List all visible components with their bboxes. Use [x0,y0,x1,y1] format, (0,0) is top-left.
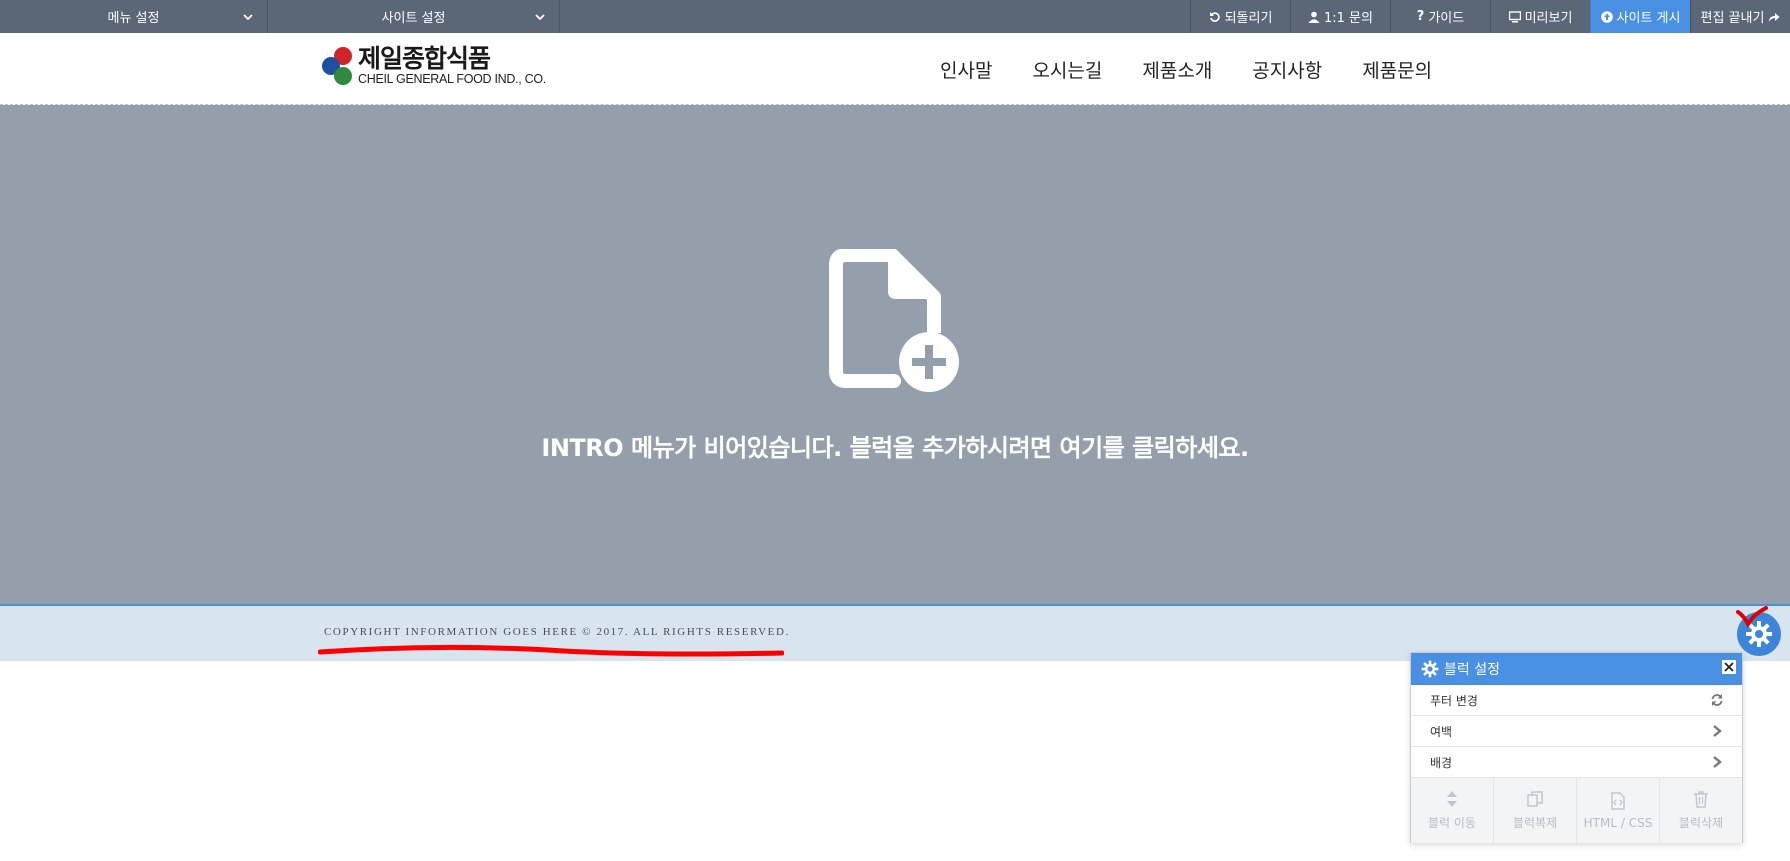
publish-site-button[interactable]: 사이트 게시 [1590,0,1690,33]
logo-text: 제일종합식품 CHEIL GENERAL FOOD IND., CO. [358,46,546,92]
guide-button[interactable]: ? 가이드 [1390,0,1490,33]
user-icon [1308,11,1320,23]
support-label: 1:1 문의 [1324,11,1373,26]
share-arrow-icon [1769,12,1780,22]
red-underline-annotation [318,644,784,657]
block-tools: 블럭 이동 블럭복제 HTML / CSS 블럭삭제 [1411,778,1742,843]
margin-label: 여백 [1430,724,1453,739]
background-row[interactable]: 배경 [1411,747,1742,778]
site-logo[interactable]: 제일종합식품 CHEIL GENERAL FOOD IND., CO. [322,46,548,92]
html-css-label: HTML / CSS [1583,815,1653,830]
duplicate-block-button[interactable]: 블럭복제 [1494,778,1577,843]
preview-label: 미리보기 [1524,11,1573,26]
copyright-text: COPYRIGHT INFORMATION GOES HERE © 2017. … [324,626,790,638]
add-file-icon [829,249,959,392]
main-nav: 인사말 오시는길 제품소개 공지사항 제품문의 [920,33,1452,105]
html-css-button[interactable]: HTML / CSS [1577,778,1660,843]
move-block-button[interactable]: 블럭 이동 [1411,778,1494,843]
panel-header: 블럭 설정 [1411,653,1742,685]
duplicate-block-label: 블럭복제 [1512,816,1558,830]
logo-korean-name: 제일종합식품 [358,44,491,73]
nav-item-greeting[interactable]: 인사말 [920,56,1012,83]
nav-item-products[interactable]: 제품소개 [1122,56,1232,83]
site-settings-label: 사이트 설정 [381,11,446,26]
question-icon: ? [1416,9,1425,24]
editor-toolbar: 메뉴 설정 사이트 설정 되돌리기 1:1 문의 ? 가이드 미리보기 사이트 … [0,0,1790,33]
publish-label: 사이트 게시 [1616,11,1681,26]
change-footer-label: 푸터 변경 [1430,693,1478,708]
nav-item-inquiry[interactable]: 제품문의 [1342,56,1452,83]
refresh-icon [1711,694,1723,706]
site-header: 제일종합식품 CHEIL GENERAL FOOD IND., CO. 인사말 … [0,33,1790,105]
finish-editing-button[interactable]: 편집 끝내기 [1690,0,1790,33]
copy-icon [1527,791,1543,807]
support-button[interactable]: 1:1 문의 [1290,0,1390,33]
intro-empty-message: INTRO 메뉴가 비어있습니다. 블럭을 추가하시려면 여기를 클릭하세요. [541,434,1249,462]
menu-settings-label: 메뉴 설정 [107,11,160,26]
change-footer-row[interactable]: 푸터 변경 [1411,685,1742,716]
finish-label: 편집 끝내기 [1700,11,1765,26]
monitor-icon [1508,10,1521,22]
nav-item-directions[interactable]: 오시는길 [1012,56,1122,83]
delete-block-label: 블럭삭제 [1678,816,1724,830]
chevron-down-icon [535,14,545,21]
logo-english-name: CHEIL GENERAL FOOD IND., CO. [358,72,546,86]
sort-arrows-icon [1447,791,1457,807]
menu-settings-dropdown[interactable]: 메뉴 설정 [0,0,268,33]
block-settings-panel: 블럭 설정 푸터 변경 여백 배경 블럭 이동 블럭복제 HTML / CSS … [1410,652,1743,843]
site-settings-dropdown[interactable]: 사이트 설정 [268,0,560,33]
undo-label: 되돌리기 [1224,11,1273,26]
trash-icon [1694,791,1708,808]
red-check-annotation [1736,606,1768,628]
margin-row[interactable]: 여백 [1411,716,1742,747]
chevron-right-icon [1713,756,1722,768]
code-file-icon [1611,791,1625,810]
undo-button[interactable]: 되돌리기 [1190,0,1290,33]
background-label: 배경 [1430,755,1453,770]
nav-item-notices[interactable]: 공지사항 [1232,56,1342,83]
intro-empty-block[interactable]: INTRO 메뉴가 비어있습니다. 블럭을 추가하시려면 여기를 클릭하세요. [0,105,1790,604]
close-icon[interactable] [1722,660,1736,674]
panel-title: 블럭 설정 [1444,662,1500,678]
preview-button[interactable]: 미리보기 [1490,0,1590,33]
guide-label: 가이드 [1428,11,1465,26]
logo-mark-icon [322,47,352,85]
move-block-label: 블럭 이동 [1428,816,1476,830]
undo-icon [1209,11,1220,22]
chevron-right-icon [1713,725,1722,737]
upload-circle-icon [1600,10,1613,23]
gear-icon [1421,660,1439,678]
delete-block-button[interactable]: 블럭삭제 [1660,778,1742,843]
chevron-down-icon [243,14,253,21]
